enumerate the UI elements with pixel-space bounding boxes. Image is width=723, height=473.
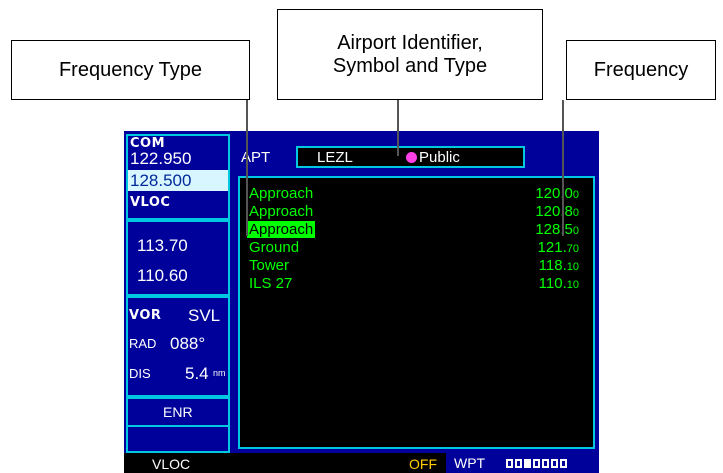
frequency-value-decimal: 70 <box>566 243 579 255</box>
airport-identifier-leader <box>397 100 399 156</box>
gps-screen: COM 122.950 128.500 VLOC 113.70 110.60 V… <box>124 131 599 473</box>
frequency-row[interactable]: ILS 27 110.10 <box>240 275 593 292</box>
frequency-type: ILS 27 <box>249 275 293 292</box>
frequency-value-decimal: 10 <box>566 261 579 273</box>
page-dot <box>560 459 567 468</box>
vor-panel: VOR SVL RAD 088° DIS 5.4 nm <box>126 296 230 397</box>
frequency-callout: Frequency <box>566 40 716 100</box>
rad-label: RAD <box>129 336 157 351</box>
mode-label: ENR <box>163 404 193 420</box>
frequency-value-decimal: 0 <box>572 189 579 201</box>
com-panel: COM 122.950 128.500 VLOC <box>126 134 230 220</box>
page-dot <box>524 459 531 468</box>
frequency-type: Tower <box>249 257 290 274</box>
airport-identifier-callout-line1: Airport Identifier, <box>337 31 483 54</box>
frequency-type: Ground <box>249 239 300 256</box>
airport-identifier-field[interactable]: LEZL Public <box>296 146 525 168</box>
frequency-value-main: 120.0 <box>535 185 573 202</box>
frequency-callout-text: Frequency <box>593 58 689 81</box>
frequency-value: 118.10 <box>539 257 579 276</box>
status-wpt: WPT <box>454 455 486 471</box>
com-standby-frequency[interactable]: 128.500 <box>128 170 228 191</box>
frequency-leader <box>562 100 564 236</box>
page-dot <box>542 459 549 468</box>
page-indicator <box>506 459 567 468</box>
airport-frequency-page: APT LEZL Public Approach 120.00 Approach 12… <box>233 131 599 453</box>
frequency-value: 120.00 <box>535 185 579 204</box>
vor-identifier: SVL <box>188 306 221 325</box>
frequency-row[interactable]: Approach 120.00 <box>240 185 593 202</box>
frequency-value-decimal: 10 <box>566 279 579 291</box>
airport-identifier: LEZL <box>317 149 353 166</box>
page-dot <box>551 459 558 468</box>
frequency-value-decimal: 0 <box>572 207 579 219</box>
dis-unit: nm <box>213 368 226 378</box>
dis-value: 5.4 <box>185 364 209 383</box>
frequency-value: 110.10 <box>539 275 579 294</box>
frequency-row[interactable]: Ground 121.70 <box>240 239 593 256</box>
com-active-frequency[interactable]: 122.950 <box>130 149 191 169</box>
frequency-value: 120.80 <box>535 203 579 222</box>
page-dot <box>506 459 513 468</box>
radio-sidebar: COM 122.950 128.500 VLOC 113.70 110.60 V… <box>124 131 233 453</box>
frequency-row[interactable]: Approach 128.50 <box>240 221 593 238</box>
frequency-type-callout-text: Frequency Type <box>58 58 203 81</box>
vloc-panel <box>126 220 230 296</box>
vor-label: VOR <box>129 308 162 323</box>
frequency-list: Approach 120.00 Approach 120.80 Approach 128.… <box>238 176 595 449</box>
frequency-type: Approach <box>249 203 314 220</box>
airport-identifier-callout: Airport Identifier, Symbol and Type <box>277 9 543 100</box>
rad-value: 088° <box>170 334 206 353</box>
frequency-type-leader <box>246 100 248 236</box>
dis-label: DIS <box>129 366 151 381</box>
page-dot <box>515 459 522 468</box>
mode-divider <box>128 425 228 427</box>
frequency-row[interactable]: Approach 120.80 <box>240 203 593 220</box>
status-bar: VLOC OFF WPT <box>124 453 599 473</box>
frequency-type: Approach <box>249 185 314 202</box>
mode-panel: ENR <box>126 397 230 453</box>
frequency-value-decimal: 0 <box>572 225 579 237</box>
airport-type: Public <box>419 149 460 166</box>
page-dot <box>533 459 540 468</box>
frequency-value: 121.70 <box>538 239 579 258</box>
frequency-value-main: 118. <box>538 257 567 274</box>
frequency-type: Approach <box>247 221 316 238</box>
status-off: OFF <box>409 456 437 472</box>
airport-symbol-icon <box>406 152 417 163</box>
frequency-value-main: 128.5 <box>535 221 573 238</box>
frequency-value: 128.50 <box>535 221 579 240</box>
frequency-row[interactable]: Tower 118.10 <box>240 257 593 274</box>
frequency-value-main: 110. <box>538 275 567 292</box>
airport-identifier-callout-line2: Symbol and Type <box>332 54 488 77</box>
frequency-value-main: 120.8 <box>535 203 573 220</box>
frequency-value-main: 121. <box>537 239 567 256</box>
vloc-label: VLOC <box>130 195 171 210</box>
frequency-type-callout: Frequency Type <box>11 40 250 100</box>
status-vloc: VLOC <box>152 456 191 472</box>
